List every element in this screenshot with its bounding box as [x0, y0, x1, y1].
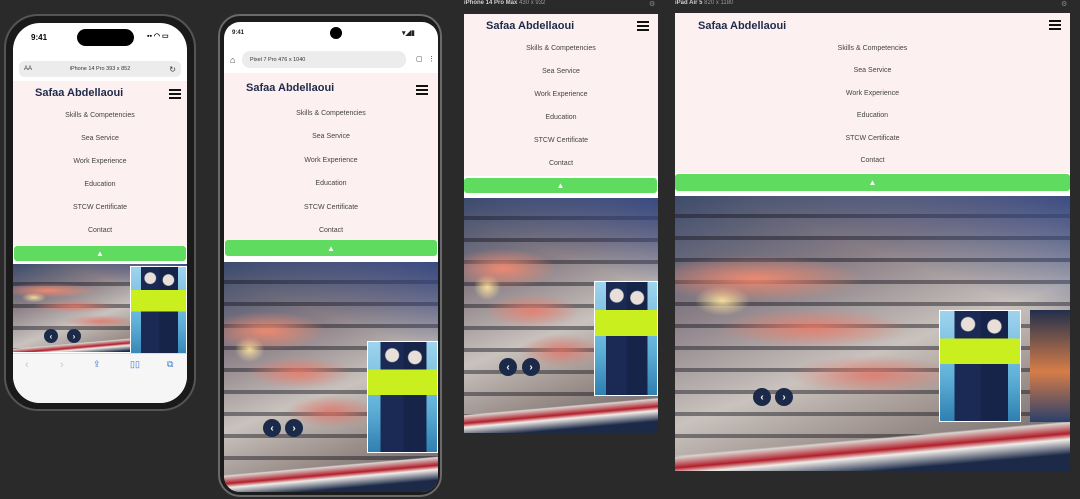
- crew-photo: [130, 266, 187, 361]
- iphone-14-pro-device: 9:41 ▪▪ ◠ ▭ AA iPhone 14 Pro 393 x 852 ↻…: [4, 14, 196, 411]
- carousel-prev-button[interactable]: ‹: [499, 358, 517, 376]
- home-icon[interactable]: ⌂: [230, 55, 235, 65]
- scroll-top-button[interactable]: ▲: [225, 240, 437, 256]
- hamburger-icon[interactable]: [416, 85, 428, 95]
- menu-item-stcw[interactable]: STCW Certificate: [13, 204, 187, 211]
- carousel-next-button[interactable]: ›: [67, 329, 81, 343]
- menu-item-skills[interactable]: Skills & Competencies: [464, 45, 658, 52]
- menu-item-work-experience[interactable]: Work Experience: [675, 90, 1070, 97]
- menu-item-contact[interactable]: Contact: [13, 227, 187, 234]
- menu-item-work-experience[interactable]: Work Experience: [464, 91, 658, 98]
- carousel-prev-button[interactable]: ‹: [44, 329, 58, 343]
- menu-item-education[interactable]: Education: [675, 112, 1070, 119]
- menu-item-contact[interactable]: Contact: [224, 227, 438, 234]
- brand-name[interactable]: Safaa Abdellaoui: [35, 87, 123, 99]
- scroll-top-button[interactable]: ▲: [14, 246, 186, 261]
- crew-photo: [939, 310, 1021, 422]
- address-text: iPhone 14 Pro 393 x 852: [69, 66, 131, 72]
- mobile-menu: Safaa Abdellaoui Skills & Competencies S…: [13, 81, 187, 246]
- forward-icon[interactable]: ›: [60, 359, 64, 371]
- brand-name[interactable]: Safaa Abdellaoui: [246, 82, 334, 94]
- menu-item-skills[interactable]: Skills & Competencies: [13, 112, 187, 119]
- tab-count-icon[interactable]: ▢: [416, 55, 423, 63]
- scroll-top-button[interactable]: ▲: [675, 174, 1070, 191]
- address-bar[interactable]: AA iPhone 14 Pro 393 x 852 ↻: [19, 61, 181, 77]
- pixel-7-pro-device: 9:41 ▾◢▮ ⌂ Pixel 7 Pro 476 x 1040 ▢ ⋮ Sa…: [218, 14, 442, 497]
- menu-item-sea-service[interactable]: Sea Service: [224, 133, 438, 140]
- reader-toggle[interactable]: AA: [24, 66, 32, 72]
- front-camera: [330, 27, 342, 39]
- iphone-14-pro-max-viewport: Safaa Abdellaoui Skills & Competencies S…: [464, 14, 658, 433]
- brand-name[interactable]: Safaa Abdellaoui: [486, 20, 574, 32]
- menu-item-sea-service[interactable]: Sea Service: [675, 67, 1070, 74]
- carousel-next-button[interactable]: ›: [285, 419, 303, 437]
- status-time: 9:41: [31, 33, 48, 42]
- harbor-photo: [1030, 310, 1070, 422]
- menu-item-contact[interactable]: Contact: [464, 160, 658, 167]
- device-label-ipad-air-5: iPad Air 5 820 x 1180: [675, 0, 733, 6]
- reload-icon[interactable]: ↻: [169, 65, 176, 74]
- mobile-menu: Safaa Abdellaoui Skills & Competencies S…: [224, 73, 438, 243]
- ipad-air-5-viewport: Safaa Abdellaoui Skills & Competencies S…: [675, 13, 1070, 471]
- crew-photo: [367, 341, 438, 453]
- menu-item-sea-service[interactable]: Sea Service: [13, 135, 187, 142]
- settings-icon[interactable]: ⚙: [1061, 0, 1067, 8]
- address-text: Pixel 7 Pro 476 x 1040: [250, 56, 306, 63]
- settings-icon[interactable]: ⚙: [649, 0, 655, 8]
- menu-item-education[interactable]: Education: [464, 114, 658, 121]
- safari-toolbar: ‹ › ⇪ ▯▯ ⧉: [13, 353, 187, 403]
- carousel-prev-button[interactable]: ‹: [753, 388, 771, 406]
- hamburger-icon[interactable]: [1049, 20, 1061, 30]
- menu-item-stcw[interactable]: STCW Certificate: [224, 204, 438, 211]
- share-icon[interactable]: ⇪: [93, 359, 101, 370]
- menu-item-skills[interactable]: Skills & Competencies: [224, 110, 438, 117]
- device-name: iPad Air 5: [675, 0, 703, 6]
- device-dims: 430 x 932: [519, 0, 546, 6]
- crew-photo: [594, 281, 658, 396]
- more-icon[interactable]: ⋮: [428, 55, 435, 63]
- back-icon[interactable]: ‹: [25, 359, 29, 371]
- menu-item-skills[interactable]: Skills & Competencies: [675, 45, 1070, 52]
- mobile-menu: Safaa Abdellaoui Skills & Competencies S…: [464, 14, 658, 176]
- address-bar[interactable]: Pixel 7 Pro 476 x 1040: [242, 51, 406, 68]
- iphone-screen: 9:41 ▪▪ ◠ ▭ AA iPhone 14 Pro 393 x 852 ↻…: [13, 23, 187, 403]
- menu-item-education[interactable]: Education: [13, 181, 187, 188]
- carousel-prev-button[interactable]: ‹: [263, 419, 281, 437]
- carousel-next-button[interactable]: ›: [522, 358, 540, 376]
- device-label-iphone-14-pro-max: iPhone 14 Pro Max 430 x 932: [464, 0, 545, 6]
- status-time: 9:41: [232, 30, 245, 36]
- scroll-top-button[interactable]: ▲: [464, 178, 657, 193]
- status-icons: ▪▪ ◠ ▭: [147, 33, 169, 40]
- status-icons: ▾◢▮: [402, 30, 415, 37]
- brand-name[interactable]: Safaa Abdellaoui: [698, 20, 786, 32]
- pixel-screen: 9:41 ▾◢▮ ⌂ Pixel 7 Pro 476 x 1040 ▢ ⋮ Sa…: [224, 22, 438, 492]
- menu-item-stcw[interactable]: STCW Certificate: [675, 135, 1070, 142]
- hamburger-icon[interactable]: [169, 89, 181, 99]
- hamburger-icon[interactable]: [637, 21, 649, 31]
- menu-item-education[interactable]: Education: [224, 180, 438, 187]
- tabs-icon[interactable]: ⧉: [167, 359, 173, 370]
- menu-item-stcw[interactable]: STCW Certificate: [464, 137, 658, 144]
- menu-item-work-experience[interactable]: Work Experience: [224, 157, 438, 164]
- bookmarks-icon[interactable]: ▯▯: [130, 359, 140, 370]
- carousel-next-button[interactable]: ›: [775, 388, 793, 406]
- menu-item-contact[interactable]: Contact: [675, 157, 1070, 164]
- menu-item-sea-service[interactable]: Sea Service: [464, 68, 658, 75]
- mobile-menu: Safaa Abdellaoui Skills & Competencies S…: [675, 13, 1070, 173]
- device-dims: 820 x 1180: [704, 0, 734, 6]
- device-name: iPhone 14 Pro Max: [464, 0, 518, 6]
- dynamic-island: [77, 29, 134, 46]
- menu-item-work-experience[interactable]: Work Experience: [13, 158, 187, 165]
